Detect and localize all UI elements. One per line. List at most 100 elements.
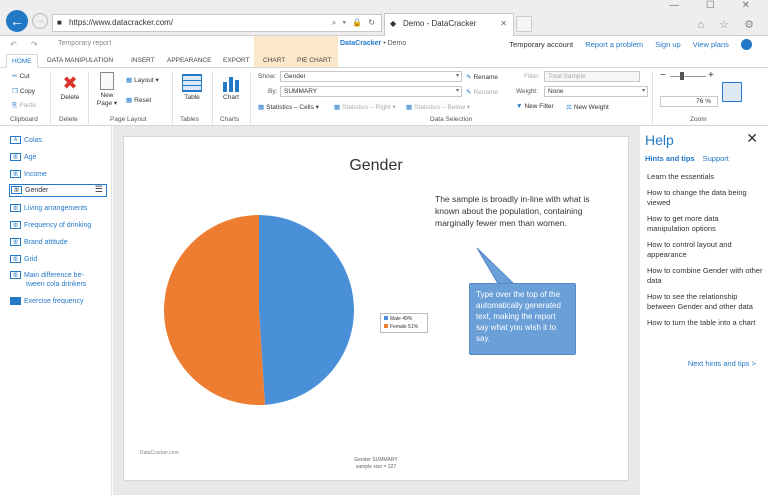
- sidebar-item-exercise-frequency[interactable]: ▥ Exercise frequency: [10, 297, 84, 306]
- browser-icons[interactable]: ⌂ ☆ ⚙: [698, 18, 760, 31]
- tip-callout[interactable]: Type over the top of the automatically g…: [469, 283, 576, 355]
- close-tab-icon[interactable]: ✕: [500, 14, 507, 34]
- tab-hints-and-tips[interactable]: Hints and tips: [645, 154, 695, 163]
- by-dropdown[interactable]: SUMMARY ▾: [280, 86, 462, 97]
- address-tools[interactable]: ⌕ ▾ 🔒 ↻: [332, 15, 377, 31]
- brand-suffix: • Demo: [381, 40, 407, 47]
- new-filter-label: New Filter: [524, 103, 554, 110]
- delete-x-icon: ✖: [62, 73, 78, 93]
- sign-up-link[interactable]: Sign up: [655, 40, 680, 49]
- show-dropdown[interactable]: Gender ▾: [280, 71, 462, 82]
- sidebar-item-grid[interactable]: ▥ Grid: [10, 255, 37, 264]
- statistics-right-button[interactable]: ▦ Statistics – Right ▾: [334, 103, 396, 111]
- new-tab-button[interactable]: [516, 16, 532, 32]
- sidebar-item-age[interactable]: ▥ Age: [10, 153, 36, 162]
- report-page[interactable]: Gender The sample is broadly in-line wit…: [123, 136, 629, 481]
- help-item[interactable]: How to get more data manipulation option…: [647, 214, 763, 234]
- tab-chart[interactable]: CHART: [258, 54, 290, 68]
- hamburger-menu-icon[interactable]: ☰: [95, 185, 103, 194]
- ribbon-tabs: HOME DATA MANIPULATION INSERT APPEARANCE…: [0, 54, 768, 68]
- quick-access-icons[interactable]: ↶ ↷: [10, 40, 44, 49]
- help-item[interactable]: How to combine Gender with other data: [647, 266, 763, 286]
- statistics-icon: ▦: [406, 104, 413, 111]
- tab-pie-chart[interactable]: PIE CHART: [292, 54, 337, 68]
- address-bar[interactable]: ■ https://www.datacracker.com/ ⌕ ▾ 🔒 ↻: [52, 14, 382, 32]
- chart-button[interactable]: Chart: [218, 74, 244, 101]
- help-item[interactable]: How to control layout and appearance: [647, 240, 763, 260]
- zoom-slider[interactable]: [670, 76, 706, 77]
- brand-link[interactable]: DataCracker: [340, 40, 381, 47]
- next-hints-link[interactable]: Next hints and tips >: [688, 359, 756, 368]
- table-button[interactable]: Table: [178, 74, 206, 101]
- report-problem-link[interactable]: Report a problem: [585, 40, 643, 49]
- help-item[interactable]: Learn the essentials: [647, 172, 763, 182]
- tab-support[interactable]: Support: [703, 154, 729, 163]
- tab-appearance[interactable]: APPEARANCE: [162, 54, 216, 68]
- layout-button[interactable]: ▦ Layout ▾: [126, 76, 159, 84]
- sidebar-item-label: Colas: [24, 137, 42, 144]
- sidebar-item-label: Living arrangements: [24, 205, 88, 212]
- sidebar-item-colas[interactable]: A Colas: [10, 136, 42, 145]
- tab-insert[interactable]: INSERT: [126, 54, 160, 68]
- reset-button[interactable]: ▦ Reset: [126, 96, 151, 104]
- rename-by-button[interactable]: ✎ Rename: [466, 88, 498, 96]
- reset-icon: ▦: [126, 97, 133, 104]
- group-label-delete: Delete: [59, 116, 78, 123]
- view-plans-link[interactable]: View plans: [693, 40, 729, 49]
- new-page-icon: [100, 72, 114, 90]
- close-icon[interactable]: ✕: [746, 130, 758, 147]
- tab-export[interactable]: EXPORT: [218, 54, 255, 68]
- browser-tab[interactable]: ◆ Demo - DataCracker ✕: [384, 13, 514, 36]
- new-page-button[interactable]: New Page ▾: [94, 72, 120, 107]
- zoom-unit: %: [705, 98, 711, 105]
- sidebar-item-gender[interactable]: ▥ Gender ☰: [9, 184, 107, 197]
- zoom-slider-handle[interactable]: [680, 72, 684, 80]
- sidebar-item-main-difference[interactable]: ▥ Main difference be-tween cola drinkers: [10, 271, 86, 289]
- help-icon[interactable]: ?: [741, 39, 752, 50]
- report-title: Temporary report: [58, 40, 112, 47]
- legend-item-male: Male 49%: [384, 315, 424, 323]
- brand-name: DataCracker • Demo: [340, 40, 406, 47]
- sidebar-item-label: Gender: [25, 187, 49, 194]
- tab-favicon-icon: ◆: [390, 19, 397, 28]
- sidebar-item-label: Frequency of drinking: [24, 222, 92, 229]
- tab-data-manipulation[interactable]: DATA MANIPULATION: [42, 54, 118, 68]
- help-item[interactable]: How to change the data being viewed: [647, 188, 763, 208]
- window-controls[interactable]: — ☐ ✕: [669, 0, 762, 11]
- rename-icon: ✎: [466, 74, 472, 81]
- help-item[interactable]: How to turn the table into a chart: [647, 318, 763, 328]
- text-icon: A: [10, 136, 21, 145]
- paste-button[interactable]: ⎘ Paste: [12, 102, 36, 110]
- paste-label: Paste: [19, 102, 36, 109]
- zoom-out-button[interactable]: −: [660, 70, 666, 81]
- sidebar-item-frequency-of-drinking[interactable]: ▥ Frequency of drinking: [10, 221, 91, 230]
- table-icon: ▥: [10, 170, 21, 179]
- weight-dropdown[interactable]: None ▾: [544, 86, 648, 97]
- delete-button[interactable]: ✖ Delete: [56, 74, 84, 101]
- sidebar-item-living-arrangements[interactable]: ▥ Living arrangements: [10, 204, 87, 213]
- rename-show-button[interactable]: ✎ Rename: [466, 73, 498, 81]
- statistics-below-button[interactable]: ▦ Statistics – Below ▾: [406, 103, 470, 111]
- new-filter-button[interactable]: ▼ New Filter: [516, 103, 554, 110]
- tab-title: Demo - DataCracker: [403, 19, 477, 28]
- table-icon: ▥: [10, 204, 21, 213]
- footer-summary: Gender SUMMARY sample size = 327: [124, 457, 628, 471]
- divider: [212, 72, 213, 124]
- site-icon: ■: [57, 18, 62, 27]
- zoom-in-button[interactable]: +: [708, 70, 714, 81]
- filter-dropdown[interactable]: Total Sample: [544, 71, 640, 82]
- sidebar-item-brand-attitude[interactable]: ▥ Brand attitude: [10, 238, 68, 247]
- sidebar-item-income[interactable]: ▥ Income: [10, 170, 47, 179]
- back-arrow-icon[interactable]: ←: [6, 10, 28, 32]
- zoom-input[interactable]: 76 %: [660, 96, 718, 107]
- cut-button[interactable]: ✂ Cut: [12, 72, 30, 80]
- url-text: https://www.datacracker.com/: [69, 18, 174, 27]
- table-icon: ▥: [10, 238, 21, 247]
- copy-button[interactable]: ❐ Copy: [12, 87, 35, 95]
- tab-home[interactable]: HOME: [6, 54, 38, 68]
- statistics-cells-button[interactable]: ▦ Statistics – Cells ▾: [258, 103, 319, 111]
- forward-arrow-icon[interactable]: →: [32, 13, 48, 29]
- new-weight-button[interactable]: ⚖ New Weight: [566, 103, 609, 111]
- fit-page-icon[interactable]: [722, 82, 742, 102]
- help-item[interactable]: How to see the relationship between Gend…: [647, 292, 763, 312]
